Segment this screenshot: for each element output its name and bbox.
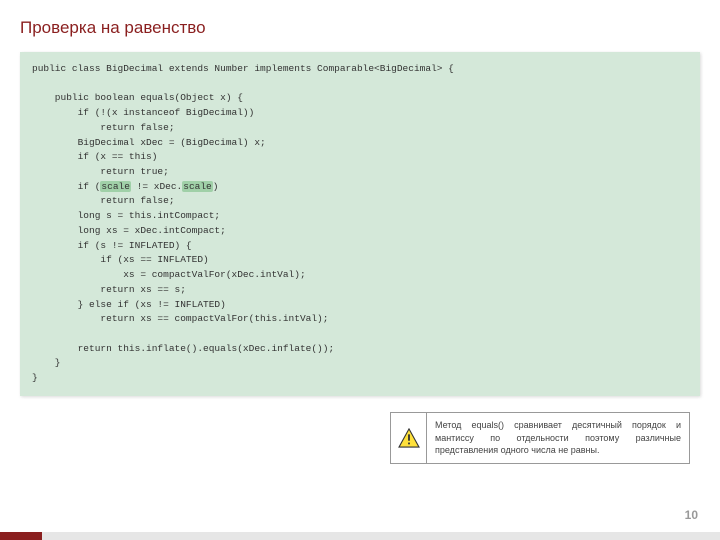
- code-line: if (!(x instanceof BigDecimal)): [32, 107, 254, 118]
- warning-note: Метод equals() сравнивает десятичный пор…: [390, 412, 690, 464]
- warning-icon-cell: [391, 413, 427, 463]
- page-number: 10: [685, 508, 698, 522]
- code-line: long xs = xDec.intCompact;: [32, 225, 226, 236]
- code-line: BigDecimal xDec = (BigDecimal) x;: [32, 137, 266, 148]
- code-block: public class BigDecimal extends Number i…: [20, 52, 700, 396]
- code-line: return this.inflate().equals(xDec.inflat…: [32, 343, 334, 354]
- code-line: if (xs == INFLATED): [32, 254, 209, 265]
- highlight-scale: scale: [100, 181, 131, 192]
- warning-text: Метод equals() сравнивает десятичный пор…: [427, 413, 689, 463]
- code-line: if (s != INFLATED) {: [32, 240, 192, 251]
- code-line: public class BigDecimal extends Number i…: [32, 63, 454, 74]
- footer-accent: [0, 532, 42, 540]
- code-line: return true;: [32, 166, 169, 177]
- warning-icon: [398, 428, 420, 448]
- code-line: ): [213, 181, 219, 192]
- code-line: xs = compactValFor(xDec.intVal);: [32, 269, 306, 280]
- code-line: long s = this.intCompact;: [32, 210, 220, 221]
- code-line: if (x == this): [32, 151, 157, 162]
- footer-bar: [0, 532, 720, 540]
- code-line: }: [32, 357, 61, 368]
- code-line: return false;: [32, 122, 175, 133]
- code-line: return xs == compactValFor(this.intVal);: [32, 313, 328, 324]
- code-line: if (: [32, 181, 100, 192]
- code-line: return xs == s;: [32, 284, 186, 295]
- code-line: } else if (xs != INFLATED): [32, 299, 226, 310]
- code-line: != xDec.: [131, 181, 182, 192]
- code-line: public boolean equals(Object x) {: [32, 92, 243, 103]
- code-line: return false;: [32, 195, 175, 206]
- slide-title: Проверка на равенство: [20, 18, 206, 38]
- code-line: }: [32, 372, 38, 383]
- highlight-scale: scale: [182, 181, 213, 192]
